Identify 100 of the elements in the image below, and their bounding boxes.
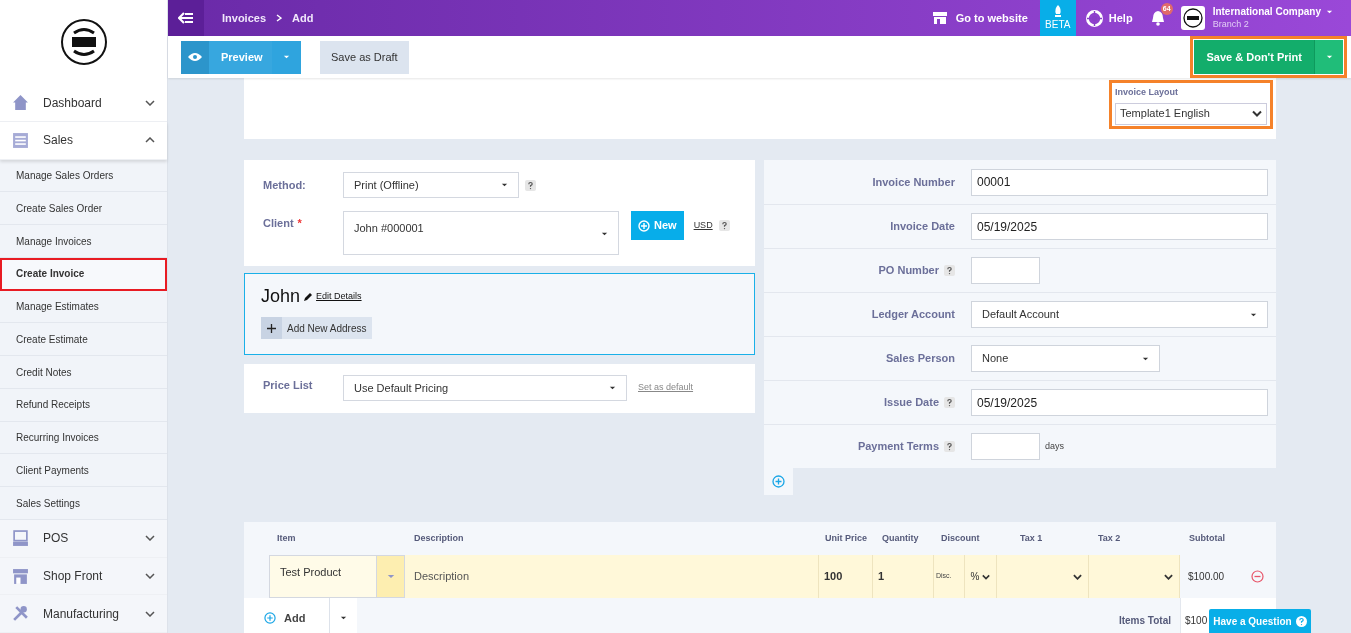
caret-icon	[283, 55, 290, 59]
sidebar-item[interactable]: Manufacturing	[0, 595, 167, 633]
plus-circle-icon	[772, 475, 785, 488]
breadcrumb-chevron-icon	[276, 14, 283, 22]
sidebar-subitem[interactable]: Create Sales Order	[0, 192, 167, 226]
column-header: Discount	[940, 533, 981, 544]
field-label: Payment Terms	[857, 439, 939, 455]
client-name: John	[261, 286, 301, 306]
caret-icon	[501, 183, 508, 187]
lifebuoy-icon	[1085, 9, 1103, 27]
save-as-draft-button[interactable]: Save as Draft	[320, 40, 409, 74]
logo-drawing	[59, 18, 108, 67]
currency-link[interactable]: USD	[693, 219, 713, 233]
sidebar-subitem[interactable]: Manage Estimates	[0, 290, 167, 324]
item-dropdown-button[interactable]	[377, 555, 405, 598]
back-button[interactable]	[168, 0, 204, 36]
tools-icon	[12, 605, 29, 623]
help-icon	[1295, 615, 1307, 627]
input-field[interactable]: Description	[405, 555, 819, 598]
computer-icon	[12, 529, 29, 547]
edit-details-link[interactable]: Edit Details	[316, 289, 362, 303]
field-label: Client	[263, 216, 294, 231]
add-address-button[interactable]: Add New Address	[261, 317, 372, 339]
invoice-layout-select[interactable]: Template1 English	[1115, 102, 1267, 125]
set-as-default-link[interactable]: Set as default	[638, 381, 694, 395]
sidebar-subitem[interactable]: Manage Invoices	[0, 225, 167, 258]
item-select[interactable]: Test Product	[269, 555, 377, 598]
discount-type-select[interactable]: %	[965, 555, 997, 598]
plus-circle-icon	[264, 612, 276, 624]
sidebar-item[interactable]: POS	[0, 519, 167, 558]
field-label: Issue Date	[883, 395, 939, 411]
total-label: Items Total	[1118, 615, 1171, 627]
sidebar-subitem[interactable]: Credit Notes	[0, 356, 167, 389]
branch-name: Branch 2	[1212, 18, 1250, 30]
sidebar-subitem[interactable]: Refund Receipts	[0, 388, 167, 422]
back-arrow-icon	[178, 12, 194, 24]
eye-icon	[188, 52, 202, 62]
sidebar-subitem[interactable]: Client Payments	[0, 454, 167, 488]
breadcrumb-link[interactable]: Invoices	[222, 9, 267, 27]
caret-icon	[609, 386, 616, 390]
caret-icon	[386, 574, 395, 579]
field-label: Method:	[263, 177, 307, 193]
bell-icon	[1150, 10, 1165, 26]
column-header: Subtotal	[1188, 533, 1226, 544]
caret-icon	[1142, 356, 1149, 361]
input-field[interactable]: 05/19/2025	[971, 389, 1268, 416]
unit-label: days	[1045, 439, 1064, 453]
required-mark: *	[297, 216, 302, 231]
sidebar-subitem[interactable]: Create Invoice	[0, 257, 167, 291]
go-to-website-link[interactable]: Go to website	[920, 9, 1040, 27]
add-item-button[interactable]: Add	[244, 598, 329, 633]
caret-icon	[601, 232, 608, 236]
method-select[interactable]: Print (Offline)	[343, 172, 519, 198]
company-logo-icon	[1180, 6, 1205, 30]
breadcrumb-current: Add	[292, 10, 314, 26]
list-icon	[12, 131, 29, 149]
plus-circle-icon	[638, 219, 650, 232]
sidebar-subitem[interactable]: Manage Sales Orders	[0, 159, 167, 193]
add-options-button[interactable]	[329, 598, 357, 633]
field-label: Invoice Number	[872, 174, 955, 190]
store-icon	[12, 567, 29, 585]
sidebar-item[interactable]: Sales	[0, 122, 167, 160]
field-label: Ledger Account	[871, 307, 955, 323]
input-field[interactable]: 05/19/2025	[971, 213, 1268, 240]
company-switcher[interactable]: International Company Branch 2	[1180, 6, 1351, 30]
table-cell: 1	[873, 555, 934, 598]
sidebar-subitem[interactable]: Sales Settings	[0, 487, 167, 520]
column-header: Tax 2	[1097, 533, 1122, 544]
help-link[interactable]: Help	[1075, 9, 1143, 27]
help-icon	[718, 220, 730, 231]
home-icon	[12, 94, 29, 112]
chevron-down-icon	[1164, 573, 1173, 580]
rocket-icon	[1053, 4, 1062, 17]
field-label: Sales Person	[885, 351, 955, 367]
sidebar-subitem[interactable]: Recurring Invoices	[0, 421, 167, 455]
price-list-select[interactable]: Use Default Pricing	[343, 375, 627, 401]
help-icon	[944, 265, 955, 276]
input-field[interactable]	[971, 433, 1040, 460]
field-label: Price List	[263, 378, 314, 393]
field-label: Invoice Date	[890, 219, 955, 235]
add-field-button[interactable]	[764, 468, 793, 495]
sidebar-item[interactable]: Shop Front	[0, 557, 167, 596]
column-header: Item	[276, 533, 297, 544]
sidebar-subitem[interactable]: Create Estimate	[0, 323, 167, 357]
tax-select[interactable]	[1089, 555, 1180, 598]
input-field[interactable]	[971, 257, 1040, 284]
total-value: $100	[1185, 615, 1208, 627]
company-name: International Company	[1212, 6, 1321, 18]
column-header: Description	[413, 533, 465, 544]
select-field[interactable]: None	[971, 345, 1160, 372]
field-label: Invoice Layout	[1115, 86, 1179, 99]
client-select[interactable]: John #000001	[343, 211, 619, 255]
help-icon	[525, 179, 536, 191]
help-icon	[944, 397, 955, 408]
chevron-down-icon	[1073, 573, 1082, 580]
chevron-down-icon	[1252, 110, 1262, 117]
select-field[interactable]: Default Account	[971, 301, 1268, 328]
input-field[interactable]: 00001	[971, 168, 1268, 196]
remove-icon[interactable]	[1251, 570, 1264, 583]
tax-select[interactable]	[997, 555, 1089, 598]
